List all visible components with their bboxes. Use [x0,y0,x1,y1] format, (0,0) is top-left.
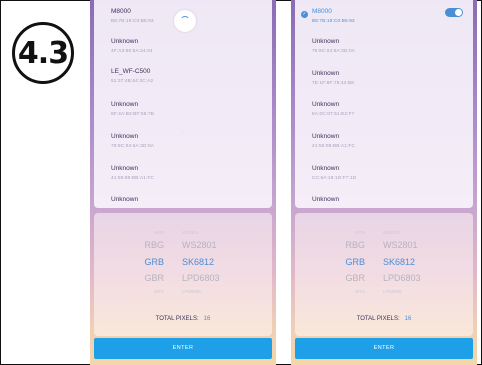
step-badge: 4.3 [12,22,74,84]
toggle-switch-icon[interactable] [445,8,463,17]
picker-row-selected[interactable]: GRB SK6812 [295,257,473,271]
chip-type: WS2801 [383,240,418,250]
chip-type: SK6812 [182,257,215,267]
color-order: BRG [355,289,365,294]
color-order: GBR [144,273,164,283]
picker-row[interactable]: GBR LPD6803 [295,273,473,287]
device-name: Unknown [111,101,139,108]
total-pixels-value[interactable]: 16 [405,316,412,322]
total-pixels-value[interactable]: 16 [204,316,211,322]
list-item[interactable]: M8000 B6:7B:19:C0:B5:93 [94,8,272,38]
total-pixels[interactable]: TOTAL PIXELS: 16 [295,316,473,322]
picker-row-selected[interactable]: GRB SK6812 [94,257,272,271]
picker-row[interactable]: GBR LPD6803 [94,273,272,287]
total-pixels[interactable]: TOTAL PIXELS: 16 [94,316,272,322]
device-list: M8000 B6:7B:19:C0:B5:93 Unknown 4F:A3:50… [94,0,272,208]
device-name: M8000 [111,8,131,15]
led-type-picker[interactable]: RGB WS2811 RBG WS2801 GRB SK6812 GBR LPD… [295,213,473,336]
device-name: Unknown [111,196,139,203]
device-name: Unknown [312,38,340,45]
device-name: Unknown [111,38,139,45]
picker-row[interactable]: BRG LPD8806 [295,289,473,303]
chip-type: SK6812 [383,257,416,267]
device-mac: B6:7B:19:C0:B5:93 [111,18,154,23]
device-name: Unknown [312,165,340,172]
chip-type: LPD8806 [182,289,201,294]
device-name: Unknown [111,133,139,140]
color-order: GRB [144,257,164,267]
list-item[interactable]: Unknown 41:55:99:BB:A1:FC [295,133,473,163]
list-item[interactable]: LE_WF-C500 51:37:4B:64:3C:A2 [94,68,272,98]
picker-row[interactable]: BRG LPD8806 [94,289,272,303]
color-order: RGB [355,230,365,235]
list-item[interactable]: Unknown 4F:A3:50:6A:24:04 [94,38,272,68]
device-mac: 6A:0C:07:51:E2:F7 [312,111,355,116]
enter-button[interactable]: ENTER [94,338,272,359]
device-mac: 4F:A3:50:6A:24:04 [111,48,153,53]
color-order: GBR [345,273,365,283]
device-mac: 41:55:99:BB:A1:FC [111,175,154,180]
list-item[interactable]: Unknown 75:9C:04:6A:3D:0A [295,38,473,68]
check-circle-icon: ✓ [301,11,308,18]
color-order: RGB [154,230,164,235]
device-mac: 79:9C:04:6A:3D:0A [111,143,154,148]
total-pixels-label: TOTAL PIXELS: [155,316,199,322]
led-type-picker[interactable]: RGB WS2811 RBG WS2801 GRB SK6812 GBR LPD… [94,213,272,336]
device-name: Unknown [312,70,340,77]
chip-type: LPD6803 [182,273,220,283]
device-mac: 6F:4A:B3:BF:56:7B [111,111,154,116]
device-list: ✓ M8000 B6:7B:19:C0:B5:93 Unknown 75:9C:… [295,0,473,208]
list-item[interactable]: Unknown 7E:1F:8F:76:44:B8 [295,70,473,100]
device-mac: CC:6A:18:1D:F7:1D [312,175,357,180]
device-mac: B6:7B:19:C0:B5:93 [312,18,355,23]
picker-row[interactable]: RBG WS2801 [295,240,473,254]
phone-screen-1: M8000 B6:7B:19:C0:B5:93 Unknown 4F:A3:50… [90,0,276,365]
device-name: Unknown [312,101,340,108]
chip-type: WS2801 [182,240,217,250]
color-order: GRB [345,257,365,267]
device-mac: 41:55:99:BB:A1:FC [312,143,355,148]
total-pixels-label: TOTAL PIXELS: [356,316,400,322]
chevron-down-icon: ⌄ [180,126,187,135]
device-mac: 51:37:4B:64:3C:A2 [111,78,154,83]
phone-screen-2: ✓ M8000 B6:7B:19:C0:B5:93 Unknown 75:9C:… [291,0,477,365]
color-order: BRG [154,289,164,294]
chip-type: LPD6803 [383,273,421,283]
list-item[interactable]: Unknown CC:6A:18:1D:F7:1D [295,165,473,195]
enter-button[interactable]: ENTER [295,338,473,359]
device-name: Unknown [111,165,139,172]
list-item[interactable]: Unknown 79:9C:04:6A:3D:0A [94,133,272,163]
device-name: LE_WF-C500 [111,68,151,75]
picker-row[interactable]: RBG WS2801 [94,240,272,254]
device-mac: 7E:1F:8F:76:44:B8 [312,80,354,85]
color-order: RBG [345,240,365,250]
chip-type: WS2811 [182,230,199,235]
device-name: Unknown [312,133,340,140]
list-item-selected[interactable]: ✓ M8000 B6:7B:19:C0:B5:93 [295,8,473,38]
list-item[interactable]: Unknown 41:55:99:BB:A1:FC [94,165,272,195]
device-name: Unknown [312,196,340,203]
device-name: M8000 [312,8,332,15]
chip-type: LPD8806 [383,289,402,294]
list-item[interactable]: Unknown 6A:0C:07:51:E2:F7 [295,101,473,131]
chip-type: WS2811 [383,230,400,235]
color-order: RBG [144,240,164,250]
device-mac: 75:9C:04:6A:3D:0A [312,48,355,53]
